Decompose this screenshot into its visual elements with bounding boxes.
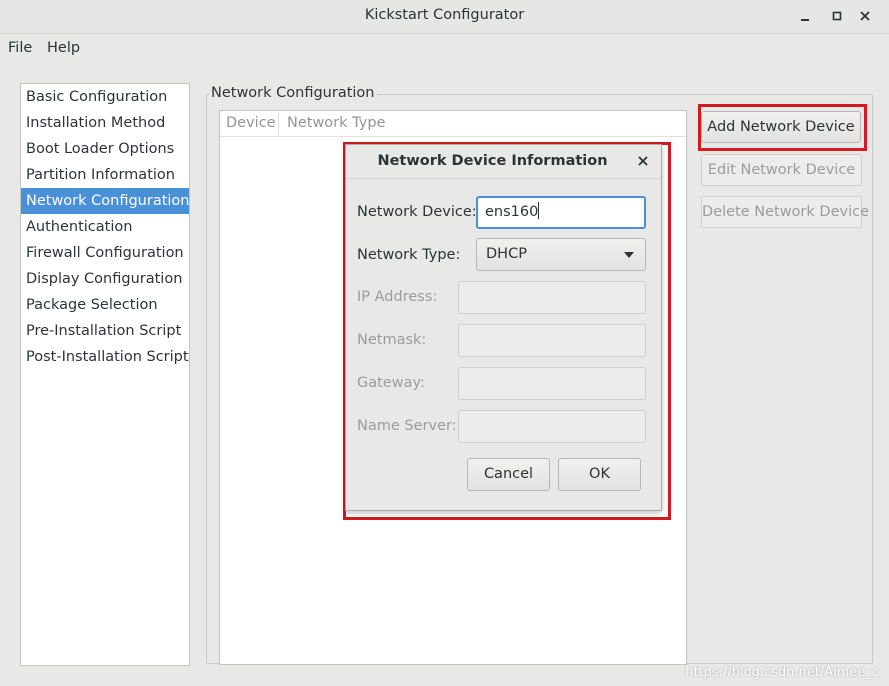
network-configuration-heading: Network Configuration xyxy=(209,85,377,101)
network-device-input[interactable]: ens160 xyxy=(476,196,646,229)
netmask-label: Netmask: xyxy=(357,332,427,348)
network-device-label: Network Device: xyxy=(357,204,477,220)
maximize-icon[interactable] xyxy=(830,9,844,23)
ip-address-label: IP Address: xyxy=(357,289,438,305)
network-device-value: ens160 xyxy=(485,204,539,220)
menu-file[interactable]: File xyxy=(8,40,32,56)
menu-help[interactable]: Help xyxy=(47,40,80,56)
sidebar-item-boot-loader-options[interactable]: Boot Loader Options xyxy=(21,136,189,162)
gateway-input[interactable] xyxy=(458,367,646,400)
watermark-text: https://blog.csdn.net/Aimee_c xyxy=(685,665,879,680)
minimize-icon[interactable] xyxy=(798,9,812,23)
column-divider xyxy=(278,113,279,135)
dropdown-arrow-icon xyxy=(624,252,634,258)
ok-button[interactable]: OK xyxy=(558,458,641,491)
window-titlebar: Kickstart Configurator xyxy=(0,0,889,34)
sidebar-item-partition-information[interactable]: Partition Information xyxy=(21,162,189,188)
sidebar-item-basic-configuration[interactable]: Basic Configuration xyxy=(21,84,189,110)
network-type-value: DHCP xyxy=(486,246,527,262)
network-device-dialog: Network Device Information Network Devic… xyxy=(345,144,662,511)
sidebar-item-authentication[interactable]: Authentication xyxy=(21,214,189,240)
cancel-button[interactable]: Cancel xyxy=(467,458,550,491)
text-cursor xyxy=(538,202,540,219)
ip-address-input[interactable] xyxy=(458,281,646,314)
network-type-dropdown[interactable]: DHCP xyxy=(476,238,646,271)
close-icon[interactable] xyxy=(637,155,649,167)
edit-network-device-button[interactable]: Edit Network Device xyxy=(701,154,862,186)
name-server-label: Name Server: xyxy=(357,418,457,434)
menubar: File Help xyxy=(0,35,889,63)
sidebar-item-display-configuration[interactable]: Display Configuration xyxy=(21,266,189,292)
sidebar-item-package-selection[interactable]: Package Selection xyxy=(21,292,189,318)
sidebar-item-firewall-configuration[interactable]: Firewall Configuration xyxy=(21,240,189,266)
close-icon[interactable] xyxy=(858,9,872,23)
netmask-input[interactable] xyxy=(458,324,646,357)
sidebar-item-post-installation-script[interactable]: Post-Installation Script xyxy=(21,344,189,370)
column-header-network-type[interactable]: Network Type xyxy=(287,115,385,131)
sidebar-item-installation-method[interactable]: Installation Method xyxy=(21,110,189,136)
dialog-titlebar: Network Device Information xyxy=(346,145,661,179)
sidebar-list: Basic Configuration Installation Method … xyxy=(20,83,190,666)
dialog-title: Network Device Information xyxy=(377,153,608,169)
column-header-device[interactable]: Device xyxy=(226,115,276,131)
name-server-input[interactable] xyxy=(458,410,646,443)
sidebar-item-pre-installation-script[interactable]: Pre-Installation Script xyxy=(21,318,189,344)
network-type-label: Network Type: xyxy=(357,247,461,263)
dialog-body: Network Device: ens160 Network Type: DHC… xyxy=(346,180,661,510)
table-header: Device Network Type xyxy=(220,111,686,137)
delete-network-device-button[interactable]: Delete Network Device xyxy=(701,196,869,228)
add-network-device-button[interactable]: Add Network Device xyxy=(701,111,861,143)
window-title: Kickstart Configurator xyxy=(364,7,525,23)
gateway-label: Gateway: xyxy=(357,375,425,391)
sidebar-item-network-configuration[interactable]: Network Configuration xyxy=(21,188,190,214)
